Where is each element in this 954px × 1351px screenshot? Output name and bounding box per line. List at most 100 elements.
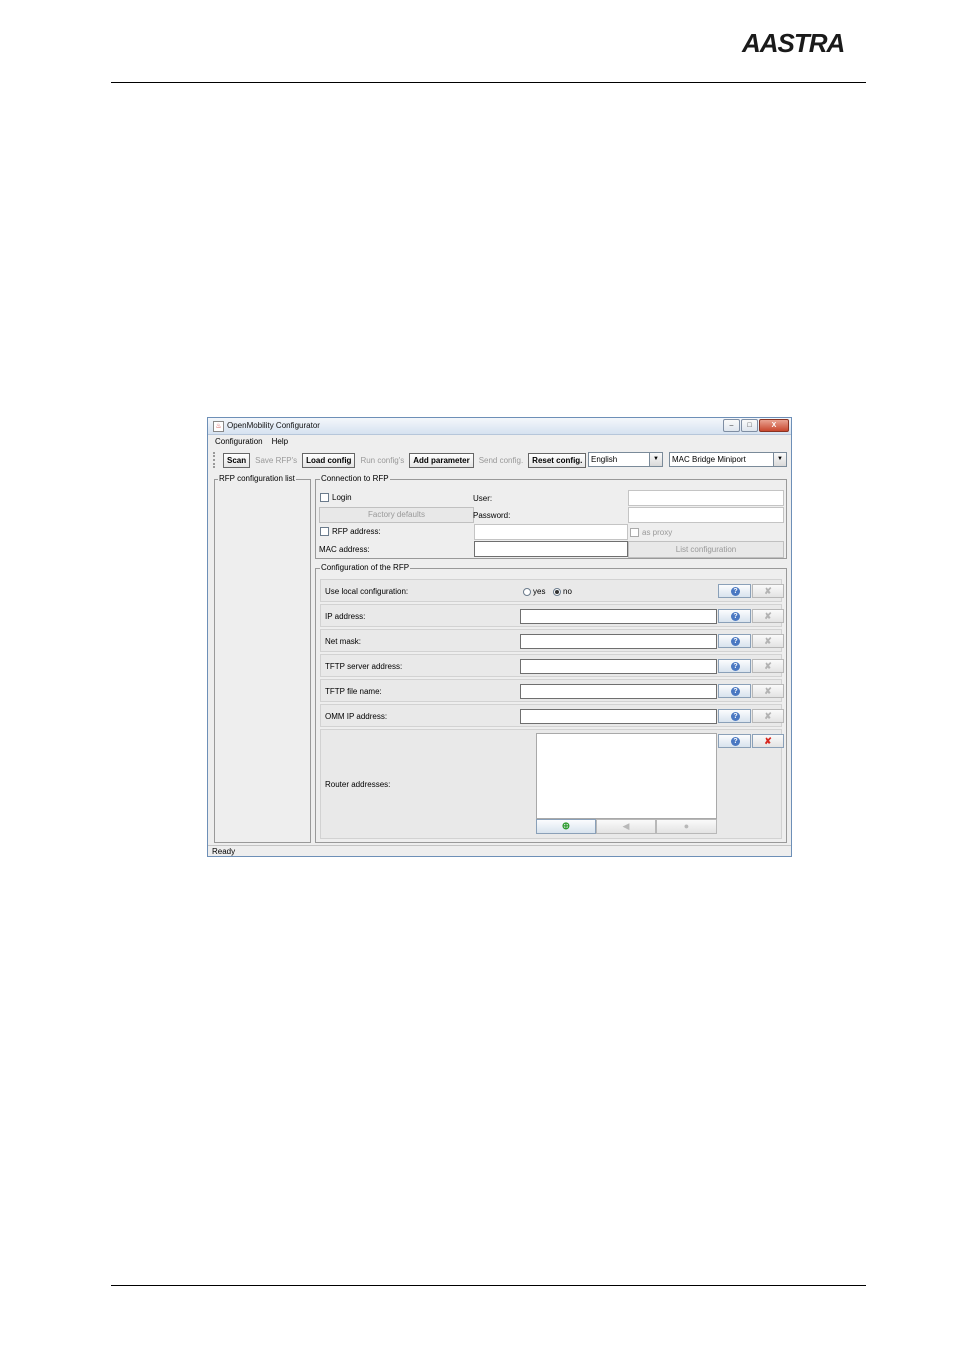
remove-router-button[interactable]: ● [656, 819, 717, 834]
save-rfps-button[interactable]: Save RFP's [251, 453, 301, 468]
yes-radio[interactable] [523, 587, 531, 596]
rfp-address-checkbox-row[interactable]: RFP address: [320, 527, 381, 537]
close-button[interactable]: X [759, 419, 789, 432]
chevron-down-icon[interactable]: ▼ [773, 453, 786, 466]
chevron-down-icon[interactable]: ▼ [649, 453, 662, 466]
no-radio-row[interactable]: no [553, 587, 572, 596]
factory-defaults-button[interactable]: Factory defaults [319, 507, 474, 523]
close-icon: ✘ [764, 611, 772, 621]
yes-radio-row[interactable]: yes [523, 587, 545, 596]
footer-rule [111, 1285, 866, 1286]
help-button[interactable]: ? [718, 609, 751, 623]
delete-button[interactable]: ✘ [752, 634, 784, 648]
ip-address-input[interactable] [520, 609, 717, 624]
app-window: ♨ OpenMobility Configurator – □ X Config… [207, 417, 792, 857]
login-checkbox-row[interactable]: Login [320, 493, 352, 503]
help-icon: ? [731, 737, 740, 746]
user-field[interactable] [628, 490, 784, 506]
rfp-address-field[interactable] [474, 524, 628, 540]
tftp-server-input[interactable] [520, 659, 717, 674]
close-icon: ✘ [764, 686, 772, 696]
yes-label: yes [533, 587, 546, 596]
help-button[interactable]: ? [718, 634, 751, 648]
tftp-file-label: TFTP file name: [325, 687, 382, 696]
mac-address-label: MAC address: [319, 545, 370, 554]
run-configs-button[interactable]: Run config's [356, 453, 408, 468]
help-button[interactable]: ? [718, 659, 751, 673]
no-radio[interactable] [553, 587, 561, 596]
delete-button[interactable]: ✘ [752, 684, 784, 698]
help-button[interactable]: ? [718, 684, 751, 698]
rfp-address-label: RFP address: [332, 527, 381, 536]
close-icon: ✘ [764, 586, 772, 596]
login-checkbox[interactable] [320, 493, 329, 503]
connection-group: Connection to RFP Login User: Factory de… [315, 474, 787, 559]
language-select[interactable]: English ▼ [588, 452, 663, 467]
tftp-server-label: TFTP server address: [325, 662, 403, 671]
net-mask-row: Net mask: ? ✘ [320, 629, 784, 652]
as-proxy-checkbox[interactable] [630, 528, 639, 538]
scan-button[interactable]: Scan [223, 452, 251, 468]
as-proxy-label: as proxy [642, 528, 673, 537]
status-text: Ready [212, 847, 236, 856]
help-icon: ? [731, 712, 740, 721]
help-button[interactable]: ? [718, 709, 751, 723]
use-local-config-row: Use local configuration: yes no ? ✘ [320, 579, 784, 602]
omm-ip-label: OMM IP address: [325, 712, 388, 721]
edit-icon: ◀ [622, 821, 630, 831]
add-parameter-button[interactable]: Add parameter [409, 452, 474, 468]
close-icon: ✘ [764, 711, 772, 721]
menu-configuration[interactable]: Configuration [215, 437, 263, 446]
router-addresses-label: Router addresses: [325, 780, 391, 789]
maximize-button[interactable]: □ [741, 419, 758, 432]
add-icon: ⊕ [561, 821, 571, 832]
edit-router-button[interactable]: ◀ [596, 819, 656, 834]
tftp-file-row: TFTP file name: ? ✘ [320, 679, 784, 702]
help-icon: ? [731, 662, 740, 671]
window-title: OpenMobility Configurator [227, 421, 320, 430]
tftp-file-input[interactable] [520, 684, 717, 699]
aastra-logo: AASTRA [742, 28, 845, 58]
list-configuration-button[interactable]: List configuration [628, 541, 784, 558]
close-icon: ✘ [764, 736, 772, 746]
send-config-button[interactable]: Send config. [475, 453, 527, 468]
help-icon: ? [731, 612, 740, 621]
menu-help[interactable]: Help [272, 437, 288, 446]
mac-address-field[interactable] [474, 541, 628, 557]
rfp-config-group: Configuration of the RFP Use local confi… [315, 563, 787, 843]
rfp-address-checkbox[interactable] [320, 527, 329, 537]
password-field[interactable] [628, 507, 784, 523]
add-router-button[interactable]: ⊕ [536, 819, 596, 834]
java-app-icon: ♨ [213, 421, 224, 432]
use-local-config-label: Use local configuration: [325, 587, 409, 596]
connection-group-title: Connection to RFP [320, 474, 390, 483]
ip-address-row: IP address: ? ✘ [320, 604, 784, 627]
window-controls: – □ X [722, 419, 789, 432]
no-label: no [563, 587, 572, 596]
load-config-button[interactable]: Load config [302, 452, 356, 468]
ip-address-label: IP address: [325, 612, 366, 621]
delete-button[interactable]: ✘ [752, 709, 784, 723]
reset-config-button[interactable]: Reset config. [528, 452, 587, 468]
help-button[interactable]: ? [718, 584, 751, 598]
delete-button[interactable]: ✘ [752, 609, 784, 623]
interface-value: MAC Bridge Miniport [672, 455, 746, 464]
help-button[interactable]: ? [718, 734, 751, 748]
router-addresses-list[interactable] [536, 733, 717, 819]
rfp-config-group-title: Configuration of the RFP [320, 563, 411, 572]
omm-ip-input[interactable] [520, 709, 717, 724]
interface-select[interactable]: MAC Bridge Miniport ▼ [669, 452, 787, 467]
help-icon: ? [731, 687, 740, 696]
rfp-config-list-panel[interactable]: RFP configuration list [214, 474, 311, 843]
net-mask-input[interactable] [520, 634, 717, 649]
login-label: Login [332, 493, 352, 502]
delete-button[interactable]: ✘ [752, 734, 784, 748]
rfp-config-list-title: RFP configuration list [218, 474, 296, 483]
tftp-server-row: TFTP server address: ? ✘ [320, 654, 784, 677]
minimize-button[interactable]: – [723, 419, 740, 432]
delete-button[interactable]: ✘ [752, 584, 784, 598]
delete-button[interactable]: ✘ [752, 659, 784, 673]
remove-icon: ● [683, 821, 690, 831]
toolbar-grip[interactable] [213, 452, 219, 468]
as-proxy-checkbox-row[interactable]: as proxy [630, 528, 673, 538]
